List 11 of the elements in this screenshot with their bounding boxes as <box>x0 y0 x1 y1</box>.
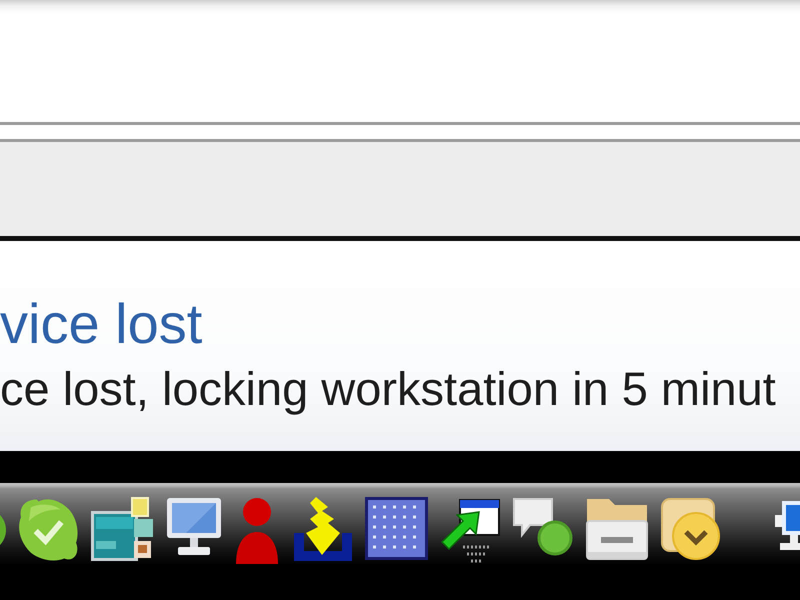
speech-bubble-icon[interactable] <box>512 497 574 557</box>
window-tiles-icon[interactable] <box>91 497 155 561</box>
notification-title: vice lost <box>0 296 202 352</box>
grid-window-icon[interactable] <box>365 497 428 560</box>
user-icon[interactable] <box>233 497 281 565</box>
chevron-badge-icon[interactable] <box>661 497 721 561</box>
lightning-icon[interactable] <box>292 497 354 561</box>
check-bubble-icon[interactable] <box>17 497 80 563</box>
tray-icon[interactable] <box>0 515 6 545</box>
monitor-icon[interactable] <box>166 497 222 557</box>
drive-icon[interactable] <box>585 497 650 561</box>
